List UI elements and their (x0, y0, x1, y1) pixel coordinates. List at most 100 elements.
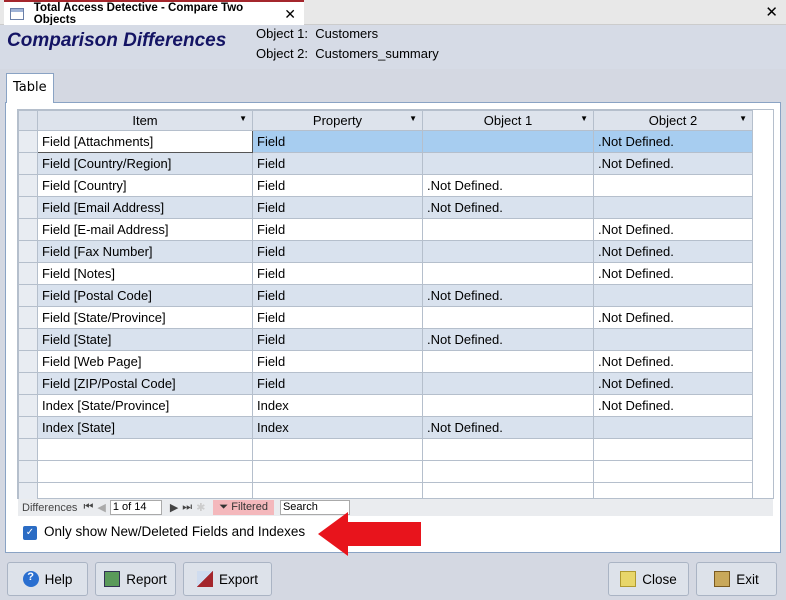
differences-datasheet[interactable]: Item ▼ Property ▼ Object 1 ▼ Object 2 ▼ Fiel… (17, 109, 774, 505)
table-cell[interactable] (422, 372, 594, 395)
table-row[interactable]: Field [Fax Number] Field .Not Defined. (18, 240, 753, 263)
table-cell[interactable]: Field (252, 350, 423, 373)
table-cell[interactable]: Field [ZIP/Postal Code] (37, 372, 253, 395)
table-cell[interactable] (593, 284, 753, 307)
export-button[interactable]: Export (183, 562, 272, 596)
record-selector[interactable] (18, 416, 38, 439)
record-selector[interactable] (18, 372, 38, 395)
table-cell[interactable]: Field (252, 284, 423, 307)
table-cell[interactable]: .Not Defined. (593, 394, 753, 417)
table-cell[interactable]: Field (252, 218, 423, 241)
dropdown-arrow-icon[interactable]: ▼ (580, 114, 588, 123)
record-selector[interactable] (18, 218, 38, 241)
table-cell[interactable]: .Not Defined. (593, 152, 753, 175)
column-header-item[interactable]: Item ▼ (37, 110, 253, 131)
new-record-button[interactable]: ✱ (196, 501, 205, 514)
record-selector[interactable] (18, 328, 38, 351)
previous-record-button[interactable]: ◀ (97, 501, 105, 514)
next-record-button[interactable]: ▶ (170, 501, 178, 514)
table-cell[interactable]: .Not Defined. (593, 350, 753, 373)
table-cell[interactable]: .Not Defined. (593, 372, 753, 395)
table-cell[interactable]: Field (252, 196, 423, 219)
document-tab[interactable]: Total Access Detective - Compare Two Obj… (4, 0, 304, 26)
table-cell[interactable]: .Not Defined. (593, 218, 753, 241)
current-record-field[interactable]: 1 of 14 (109, 500, 162, 515)
table-row[interactable]: Field [Attachments] Field .Not Defined. (18, 130, 753, 153)
record-selector[interactable] (18, 152, 38, 175)
record-selector[interactable] (18, 394, 38, 417)
table-row[interactable]: Field [ZIP/Postal Code] Field .Not Defined… (18, 372, 753, 395)
first-record-button[interactable]: ⏮ (83, 501, 93, 514)
table-cell[interactable]: Index (252, 394, 423, 417)
table-cell[interactable]: Index [State/Province] (37, 394, 253, 417)
table-cell[interactable]: .Not Defined. (422, 196, 594, 219)
table-row[interactable]: Field [Country/Region] Field .Not Defined. (18, 152, 753, 175)
select-all-corner[interactable] (18, 110, 38, 131)
record-selector[interactable] (18, 262, 38, 285)
table-cell[interactable]: Field [Country] (37, 174, 253, 197)
column-header-object1[interactable]: Object 1 ▼ (422, 110, 594, 131)
column-header-object2[interactable]: Object 2 ▼ (593, 110, 753, 131)
close-button[interactable]: Close (608, 562, 689, 596)
table-cell[interactable] (422, 152, 594, 175)
dropdown-arrow-icon[interactable]: ▼ (739, 114, 747, 123)
table-cell[interactable]: Field [State/Province] (37, 306, 253, 329)
table-cell[interactable]: .Not Defined. (593, 240, 753, 263)
exit-button[interactable]: Exit (696, 562, 777, 596)
table-row[interactable]: Field [Email Address] Field .Not Defined. (18, 196, 753, 219)
filter-toggle[interactable]: ⏷ Filtered (213, 500, 274, 515)
table-cell[interactable]: Field [Attachments] (37, 130, 253, 153)
table-cell[interactable]: Field (252, 174, 423, 197)
only-new-deleted-checkbox[interactable]: ✓ (23, 526, 37, 540)
table-cell[interactable]: Field (252, 152, 423, 175)
table-cell[interactable] (593, 416, 753, 439)
table-cell[interactable] (422, 130, 594, 153)
record-selector[interactable] (18, 240, 38, 263)
table-row[interactable]: Field [Postal Code] Field .Not Defined. (18, 284, 753, 307)
table-row[interactable]: Field [Country] Field .Not Defined. (18, 174, 753, 197)
table-cell[interactable] (422, 350, 594, 373)
table-cell[interactable] (422, 218, 594, 241)
table-cell[interactable]: Field [Web Page] (37, 350, 253, 373)
record-selector[interactable] (18, 174, 38, 197)
window-close-icon[interactable]: ✕ (765, 3, 778, 21)
table-cell[interactable]: .Not Defined. (422, 174, 594, 197)
table-cell[interactable]: Field [Country/Region] (37, 152, 253, 175)
table-row[interactable]: Index [State] Index .Not Defined. (18, 416, 753, 439)
record-selector[interactable] (18, 196, 38, 219)
table-cell[interactable]: Field (252, 328, 423, 351)
column-header-property[interactable]: Property ▼ (252, 110, 423, 131)
table-cell[interactable]: Field [Fax Number] (37, 240, 253, 263)
table-cell[interactable] (422, 262, 594, 285)
last-record-button[interactable]: ⏭ (182, 501, 192, 514)
record-selector[interactable] (18, 350, 38, 373)
table-cell[interactable] (593, 328, 753, 351)
table-row[interactable]: Field [Web Page] Field .Not Defined. (18, 350, 753, 373)
dropdown-arrow-icon[interactable]: ▼ (239, 114, 247, 123)
table-cell[interactable] (593, 174, 753, 197)
table-cell[interactable]: .Not Defined. (593, 130, 753, 153)
table-cell[interactable] (593, 196, 753, 219)
table-row[interactable]: Index [State/Province] Index .Not Defined. (18, 394, 753, 417)
table-cell[interactable]: Field (252, 240, 423, 263)
table-cell[interactable] (422, 394, 594, 417)
record-selector[interactable] (18, 130, 38, 153)
dropdown-arrow-icon[interactable]: ▼ (409, 114, 417, 123)
tab-close-icon[interactable]: ✕ (284, 6, 296, 23)
table-row[interactable]: Field [State] Field .Not Defined. (18, 328, 753, 351)
table-cell[interactable]: Field [Email Address] (37, 196, 253, 219)
tab-table[interactable]: Table (6, 73, 54, 103)
table-cell[interactable]: Index [State] (37, 416, 253, 439)
table-cell[interactable]: Field (252, 372, 423, 395)
table-cell[interactable]: Field [Postal Code] (37, 284, 253, 307)
table-cell[interactable]: Field [State] (37, 328, 253, 351)
table-row[interactable]: Field [E-mail Address] Field .Not Defined. (18, 218, 753, 241)
table-row[interactable]: Field [Notes] Field .Not Defined. (18, 262, 753, 285)
table-cell[interactable]: .Not Defined. (422, 284, 594, 307)
table-cell[interactable]: Field (252, 306, 423, 329)
table-cell[interactable] (422, 240, 594, 263)
report-button[interactable]: Report (95, 562, 176, 596)
table-cell[interactable]: .Not Defined. (593, 262, 753, 285)
table-cell[interactable]: Field (252, 130, 423, 153)
table-cell[interactable] (422, 306, 594, 329)
